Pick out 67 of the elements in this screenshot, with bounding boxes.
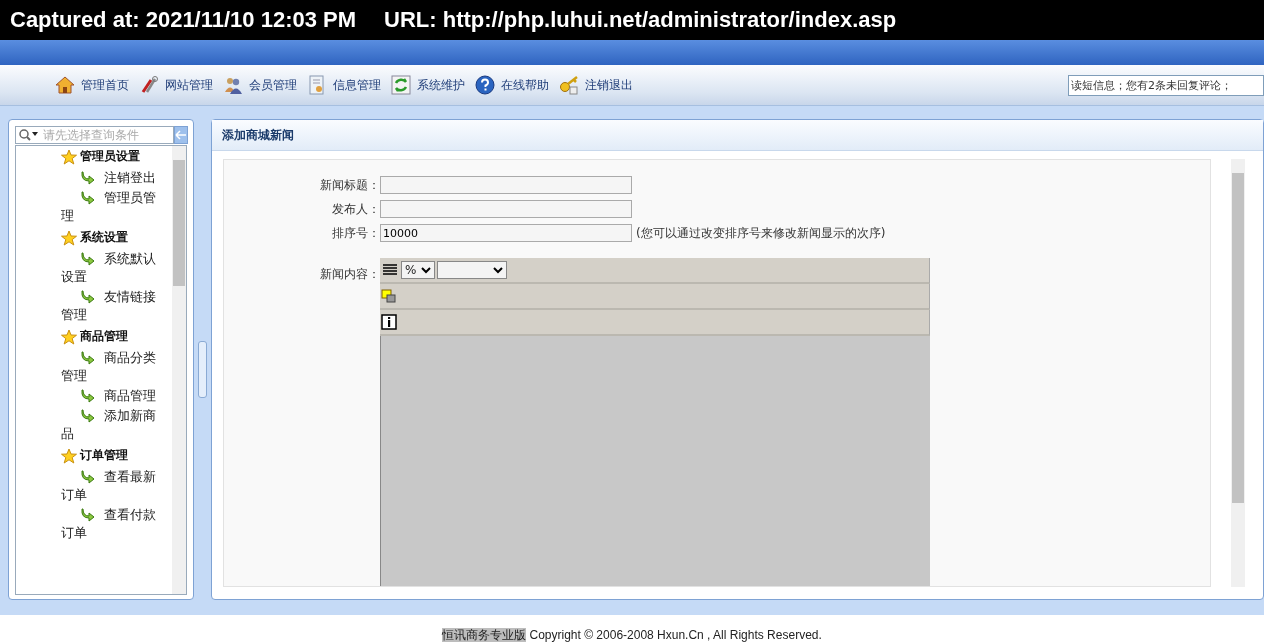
notice-field[interactable]: 读短信息；您有2条未回复评论； <box>1068 74 1264 96</box>
field-label: 排序号： <box>331 224 380 242</box>
tree-item[interactable]: 商品分类管理 <box>61 349 161 385</box>
arrow-left-icon <box>175 130 187 140</box>
arrow-icon <box>81 288 97 304</box>
help-icon <box>475 75 495 95</box>
search-button[interactable] <box>174 126 188 144</box>
tree-group[interactable]: 系统设置 <box>80 229 128 246</box>
tree-item[interactable]: 查看付款订单 <box>61 506 161 542</box>
tree-item[interactable]: 商品管理 <box>61 387 161 405</box>
toolbar-link[interactable]: 信息管理 <box>307 75 381 95</box>
arrow-icon <box>81 349 97 365</box>
scrollbar[interactable] <box>172 146 186 594</box>
tree-item[interactable]: 注销登出 <box>61 169 161 187</box>
tree-group[interactable]: 订单管理 <box>80 447 128 464</box>
toolbar-link[interactable]: 注销退出 <box>559 75 633 95</box>
arrow-icon <box>81 506 97 522</box>
tree-item[interactable]: 查看最新订单 <box>61 468 161 504</box>
search-field[interactable]: 请先选择查询条件 <box>15 126 174 144</box>
tree-group[interactable]: 商品管理 <box>80 328 128 345</box>
tree-item[interactable]: 友情链接管理 <box>61 288 161 324</box>
arrow-icon <box>81 250 97 266</box>
zoom-select[interactable]: % <box>401 261 435 279</box>
justify-icon <box>381 262 399 278</box>
users-icon <box>223 75 243 95</box>
search-icon <box>18 128 40 142</box>
document-icon <box>307 75 327 95</box>
capture-time: Captured at: 2021/11/10 12:03 PM <box>10 7 357 33</box>
field-label: 新闻内容： <box>319 266 380 283</box>
field-label: 发布人： <box>331 200 380 218</box>
panel-title: 添加商城新闻 <box>212 120 1263 151</box>
input-field[interactable]: 10000 <box>380 224 632 242</box>
field-label: 新闻标题： <box>319 176 380 194</box>
caret-icon <box>421 266 431 274</box>
tree-group[interactable]: 管理员设置 <box>80 148 140 165</box>
arrow-icon <box>81 189 97 205</box>
scrollbar[interactable] <box>1231 159 1245 587</box>
star-icon <box>61 229 77 246</box>
arrow-icon <box>81 407 97 423</box>
tree-item[interactable]: 管理员管理 <box>61 189 161 225</box>
tree-item[interactable]: 添加新商品 <box>61 407 161 443</box>
input-field[interactable] <box>380 200 632 218</box>
toolbar-link[interactable]: 管理首页 <box>55 75 129 95</box>
refresh-icon <box>391 75 411 95</box>
input-field[interactable] <box>380 176 632 194</box>
info-icon <box>381 314 397 330</box>
house-icon <box>55 75 75 95</box>
toolbar-link[interactable]: 系统维护 <box>391 75 465 95</box>
arrow-icon <box>81 169 97 185</box>
tools-icon <box>139 75 159 95</box>
collapse-handle[interactable] <box>198 341 207 398</box>
field-hint: (您可以通过改变排序号来修改新闻显示的次序) <box>636 224 886 242</box>
star-icon <box>61 447 77 464</box>
layers-icon <box>381 288 397 304</box>
capture-url: URL: http://php.luhui.net/administrator/index.asp <box>384 7 897 33</box>
key-icon <box>559 75 579 95</box>
font-select[interactable] <box>437 261 507 279</box>
tree-item[interactable]: 系统默认设置 <box>61 250 161 286</box>
toolbar-link[interactable]: 网站管理 <box>139 75 213 95</box>
star-icon <box>61 148 77 165</box>
arrow-icon <box>81 387 97 403</box>
caret-icon <box>493 266 503 274</box>
star-icon <box>61 328 77 345</box>
footer-text: 恒讯商务专业版 Copyright © 2006-2008 Hxun.Cn , All Rights Reserved. <box>442 627 822 644</box>
toolbar-link[interactable]: 会员管理 <box>223 75 297 95</box>
arrow-icon <box>81 468 97 484</box>
toolbar-link[interactable]: 在线帮助 <box>475 75 549 95</box>
